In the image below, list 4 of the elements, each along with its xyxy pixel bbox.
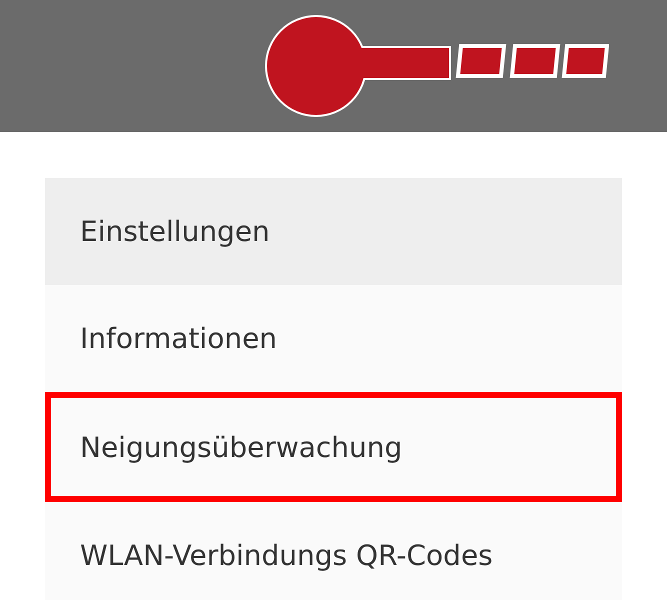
menu-item[interactable]: WLAN-Verbindungs QR-Codes [45,502,622,600]
menu-item[interactable]: Einstellungen [45,178,622,285]
menu-item[interactable]: Informationen [45,285,622,392]
menu-item[interactable]: Neigungsüberwachung [45,392,622,502]
